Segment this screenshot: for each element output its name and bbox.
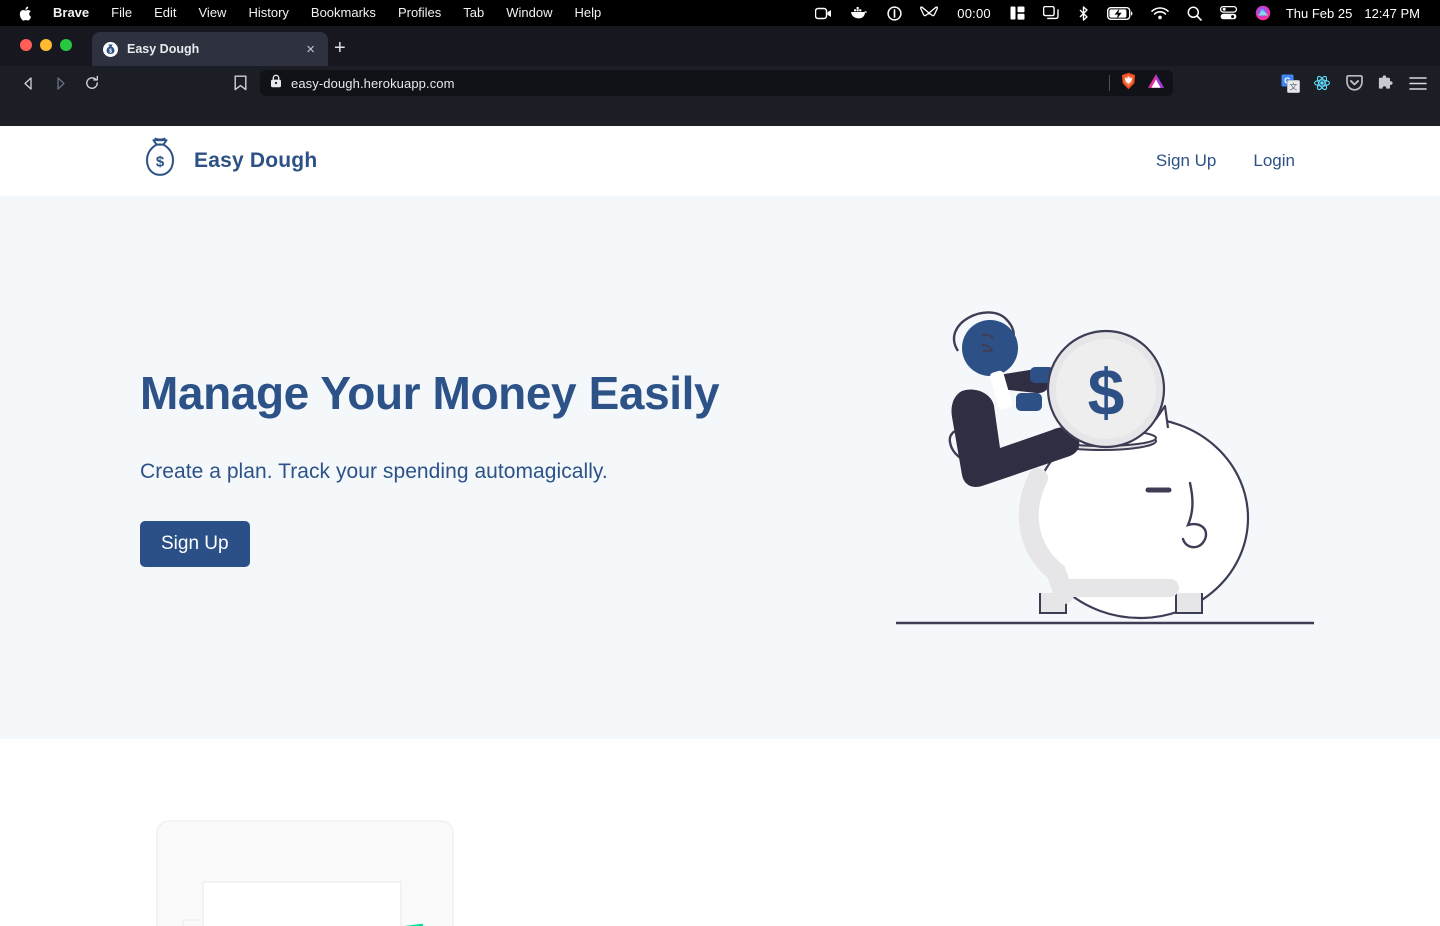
svg-text:$: $ [156,153,165,170]
menu-item-window[interactable]: Window [495,0,563,26]
address-bar-actions [1109,72,1165,95]
battery-charging-icon[interactable] [1098,0,1142,26]
hero-section: Manage Your Money Easily Create a plan. … [0,196,1440,739]
close-window-button[interactable] [20,39,32,51]
hero-sign-up-button[interactable]: Sign Up [140,520,250,567]
site-brand[interactable]: $ Easy Dough [140,137,317,186]
browser-nav-bar: easy-dough.herokuapp.com G文 [0,66,1440,100]
split-view-icon[interactable] [1001,0,1034,26]
maximize-window-button[interactable] [60,39,72,51]
hero-heading: Manage Your Money Easily [140,367,720,420]
url-text[interactable]: easy-dough.herokuapp.com [291,76,455,91]
lock-icon [270,74,282,93]
brave-rewards-icon[interactable] [1147,73,1165,94]
macos-menu-bar: Brave File Edit View History Bookmarks P… [0,0,1440,26]
menu-item-help[interactable]: Help [564,0,613,26]
menu-item-edit[interactable]: Edit [143,0,187,26]
react-devtools-icon[interactable] [1312,73,1332,93]
back-arrow-icon[interactable] [12,69,44,97]
bookmark-icon[interactable] [226,75,254,91]
nav-sign-up[interactable]: Sign Up [1156,151,1216,171]
do-not-disturb-icon[interactable] [878,0,911,26]
new-tab-button[interactable]: + [334,38,346,58]
site-nav: Sign Up Login [1156,151,1295,171]
butterfly-icon[interactable] [911,0,947,26]
hero-subheading: Create a plan. Track your spending autom… [140,459,608,483]
dashboard-device-illustration [156,820,456,926]
reload-icon[interactable] [76,69,108,97]
minimize-window-button[interactable] [40,39,52,51]
menu-item-profiles[interactable]: Profiles [387,0,452,26]
money-bag-logo-icon: $ [140,137,180,186]
brave-browser-window: $ Easy Dough × + easy-dough.herokuapp.co… [0,26,1440,926]
browser-extensions-area: G文 [1266,73,1428,93]
tab-title: Easy Dough [127,42,200,56]
nav-login[interactable]: Login [1253,151,1295,171]
pocket-icon[interactable] [1344,73,1364,93]
close-tab-button[interactable]: × [303,40,318,59]
tab-strip: $ Easy Dough × + [0,26,1440,66]
divider [1109,75,1110,91]
browser-tab-easy-dough[interactable]: $ Easy Dough × [92,32,328,66]
window-traffic-lights [20,39,72,51]
brave-shields-icon[interactable] [1120,72,1137,95]
wifi-icon[interactable] [1142,0,1178,26]
address-bar[interactable]: easy-dough.herokuapp.com [260,70,1173,96]
menu-item-view[interactable]: View [188,0,238,26]
control-center-icon[interactable] [1211,0,1246,26]
google-translate-icon[interactable]: G文 [1280,73,1300,93]
money-bag-favicon: $ [102,41,118,57]
stage-manager-icon[interactable] [1034,0,1069,26]
menu-bar-clock[interactable]: 12:47 PM [1356,6,1428,21]
forward-arrow-icon[interactable] [44,69,76,97]
spotlight-search-icon[interactable] [1178,0,1211,26]
svg-text:$: $ [109,48,112,54]
menu-item-tab[interactable]: Tab [452,0,495,26]
svg-text:文: 文 [1289,81,1297,91]
lower-section [0,739,1440,926]
menu-bar-left: Brave File Edit View History Bookmarks P… [0,0,612,26]
menu-item-brave[interactable]: Brave [42,0,100,26]
menu-item-file[interactable]: File [100,0,143,26]
menu-bar-date[interactable]: Thu Feb 25 [1280,6,1357,21]
bluetooth-icon[interactable] [1069,0,1098,26]
hamburger-menu-icon[interactable] [1408,73,1428,93]
web-page-content: $ Easy Dough Sign Up Login Manage Your M… [0,126,1440,926]
apple-logo-icon[interactable] [14,5,42,22]
timer-display[interactable]: 00:00 [947,6,1001,21]
video-camera-icon[interactable] [806,0,841,26]
menu-item-history[interactable]: History [237,0,299,26]
siri-orb-icon[interactable] [1246,0,1280,26]
menu-bar-status-area: 00:00 Thu Feb 25 12:47 PM [806,0,1440,26]
svg-text:$: $ [1088,355,1125,429]
docker-whale-icon[interactable] [841,0,878,26]
hero-copy: Manage Your Money Easily Create a plan. … [140,368,900,567]
hero-illustration: $ [890,196,1320,739]
site-header: $ Easy Dough Sign Up Login [0,126,1440,196]
brand-name: Easy Dough [194,149,318,172]
menu-item-bookmarks[interactable]: Bookmarks [300,0,387,26]
extensions-puzzle-icon[interactable] [1376,73,1396,93]
